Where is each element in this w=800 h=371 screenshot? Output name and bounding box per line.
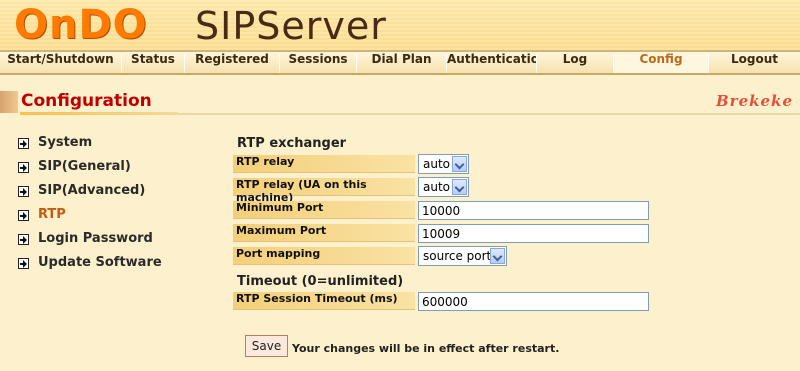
nav-start-shutdown[interactable]: Start/Shutdown [0,52,121,73]
restart-note: Your changes will be in effect after res… [292,342,560,355]
select-value: auto [423,180,451,194]
section-title-timeout: Timeout (0=unlimited) [237,274,404,289]
arrow-box-icon [18,138,29,149]
nav-dial-plan[interactable]: Dial Plan [357,52,446,73]
nav-registered[interactable]: Registered [185,52,279,73]
nav-config[interactable]: Config [614,52,708,73]
sipserver-logo: SIPServer [195,4,387,48]
nav-log[interactable]: Log [537,52,613,73]
ondo-logo: OnDO [14,2,148,48]
sidebar-item-label: Login Password [38,231,153,246]
rtp-session-timeout-input[interactable] [418,292,649,311]
title-underline [20,112,178,115]
sidebar-item-label: SIP(General) [38,159,131,174]
port-mapping-label: Port mapping [233,247,415,265]
chevron-down-icon[interactable] [490,248,505,264]
port-mapping-select[interactable]: source port [418,246,507,266]
title-accent-bar [0,91,18,113]
sidebar-item-rtp[interactable]: RTP [18,207,218,231]
nav-logout[interactable]: Logout [709,52,800,73]
arrow-box-icon [18,210,29,221]
sidebar-item-label: SIP(Advanced) [38,183,146,198]
maximum-port-input[interactable] [418,224,649,243]
sidebar-item-update-software[interactable]: Update Software [18,255,218,279]
arrow-box-icon [18,186,29,197]
rtp-session-timeout-label: RTP Session Timeout (ms) [233,292,415,310]
top-nav: Start/Shutdown Status Registered Session… [0,50,800,75]
sidebar-item-label: RTP [38,207,66,222]
nav-status[interactable]: Status [122,52,184,73]
section-title-rtp-exchanger: RTP exchanger [237,136,347,151]
arrow-box-icon [18,234,29,245]
select-value: auto [423,157,451,171]
page-title-bar: Configuration Brekeke [0,88,800,116]
rtp-relay-label: RTP relay [233,155,415,173]
chevron-down-icon[interactable] [452,156,467,172]
sidebar-item-sip-general[interactable]: SIP(General) [18,159,218,183]
save-button[interactable]: Save [245,335,288,357]
arrow-box-icon [18,258,29,269]
chevron-down-icon[interactable] [452,179,467,195]
sidebar-item-sip-advanced[interactable]: SIP(Advanced) [18,183,218,207]
arrow-box-icon [18,162,29,173]
page-title: Configuration [21,91,152,111]
select-value: source port [423,249,492,263]
title-divider [178,113,800,115]
rtp-relay-select[interactable]: auto [418,154,469,174]
maximum-port-label: Maximum Port [233,224,415,242]
sidebar-item-label: System [38,135,93,150]
sidebar-item-label: Update Software [38,255,162,270]
rtp-relay-ua-label: RTP relay (UA on this machine) [233,178,415,204]
minimum-port-label: Minimum Port [233,201,415,219]
nav-sessions[interactable]: Sessions [280,52,356,73]
rtp-relay-ua-select[interactable]: auto [418,177,469,197]
sidebar-item-system[interactable]: System [18,135,218,159]
config-sidebar: System SIP(General) SIP(Advanced) RTP Lo… [18,135,218,279]
brekeke-logo: Brekeke [716,92,793,110]
sidebar-item-login-password[interactable]: Login Password [18,231,218,255]
header-banner: OnDO SIPServer [0,0,800,50]
nav-authentication[interactable]: Authentication [447,52,548,73]
minimum-port-input[interactable] [418,201,649,220]
